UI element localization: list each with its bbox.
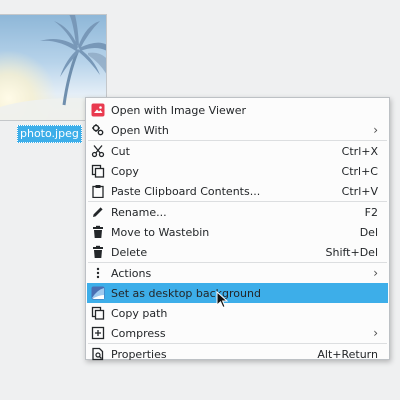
menu-item-copy-path[interactable]: Copy path <box>87 303 388 323</box>
menu-item-rename[interactable]: Rename... F2 <box>87 202 388 222</box>
menu-item-copy[interactable]: Copy Ctrl+C <box>87 161 388 181</box>
copy-icon <box>91 164 105 178</box>
image-viewer-icon <box>91 103 105 117</box>
scissors-icon <box>91 144 105 158</box>
menu-item-label: Rename... <box>111 205 167 219</box>
menu-item-label: Paste Clipboard Contents... <box>111 184 261 198</box>
menu-item-shortcut: F2 <box>364 205 378 219</box>
trash-icon <box>91 245 105 259</box>
pencil-icon <box>91 205 105 219</box>
context-menu[interactable]: Open with Image Viewer Open With › Cut Ctrl+… <box>85 97 390 361</box>
menu-item-paste-clipboard-contents[interactable]: Paste Clipboard Contents... Ctrl+V <box>87 181 388 201</box>
more-vertical-icon <box>91 266 105 280</box>
mouse-cursor-icon <box>216 291 228 309</box>
menu-item-label: Compress <box>111 326 166 340</box>
menu-item-compress[interactable]: Compress › <box>87 323 388 343</box>
archive-icon <box>91 326 105 340</box>
chevron-right-icon: › <box>373 123 378 137</box>
menu-item-shortcut: Alt+Return <box>317 347 378 361</box>
menu-item-set-as-desktop-background[interactable]: Set as desktop background <box>87 283 388 303</box>
menu-item-label: Move to Wastebin <box>111 225 210 239</box>
menu-item-label: Copy <box>111 164 139 178</box>
open-with-icon <box>91 123 105 137</box>
menu-item-label: Cut <box>111 144 130 158</box>
menu-item-open-with[interactable]: Open With › <box>87 120 388 140</box>
clipboard-icon <box>91 184 105 198</box>
wallpaper-icon <box>91 286 105 300</box>
file-name-label[interactable]: photo.jpeg <box>17 125 82 143</box>
menu-item-label: Set as desktop background <box>111 286 261 300</box>
menu-item-delete[interactable]: Delete Shift+Del <box>87 242 388 262</box>
chevron-right-icon: › <box>373 266 378 280</box>
menu-item-label: Open With <box>111 123 169 137</box>
menu-item-label: Delete <box>111 245 148 259</box>
menu-item-label: Copy path <box>111 306 168 320</box>
menu-item-shortcut: Ctrl+X <box>341 144 378 158</box>
menu-item-shortcut: Ctrl+C <box>341 164 378 178</box>
desktop-area[interactable]: photo.jpeg Open with Image Viewer Open Wi… <box>0 0 400 400</box>
menu-item-move-to-wastebin[interactable]: Move to Wastebin Del <box>87 222 388 242</box>
menu-item-cut[interactable]: Cut Ctrl+X <box>87 141 388 161</box>
trash-icon <box>91 225 105 239</box>
properties-icon <box>91 347 105 361</box>
menu-item-label: Actions <box>111 266 152 280</box>
chevron-right-icon: › <box>373 326 378 340</box>
copy-icon <box>91 306 105 320</box>
menu-item-open-with-image-viewer[interactable]: Open with Image Viewer <box>87 100 388 120</box>
menu-item-shortcut: Del <box>359 225 378 239</box>
menu-item-shortcut: Shift+Del <box>325 245 378 259</box>
menu-item-shortcut: Ctrl+V <box>341 184 378 198</box>
menu-item-actions[interactable]: Actions › <box>87 263 388 283</box>
menu-item-label: Properties <box>111 347 167 361</box>
menu-item-properties[interactable]: Properties Alt+Return <box>87 344 388 364</box>
menu-item-label: Open with Image Viewer <box>111 103 247 117</box>
